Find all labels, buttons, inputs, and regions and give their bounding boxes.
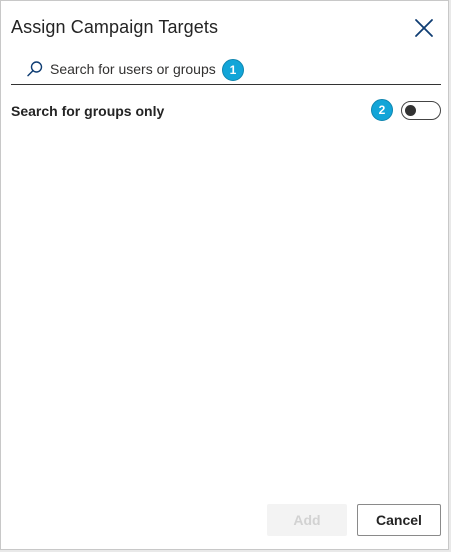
toggle-knob: [405, 105, 416, 116]
dialog-title: Assign Campaign Targets: [11, 17, 219, 37]
search-icon: [27, 61, 43, 77]
assign-campaign-targets-dialog: Assign Campaign Targets 1 Search for gro…: [0, 0, 449, 550]
groups-only-label: Search for groups only: [11, 103, 165, 119]
cancel-button[interactable]: Cancel: [357, 504, 441, 536]
callout-badge-1: 1: [222, 59, 244, 81]
close-button[interactable]: [410, 14, 438, 42]
callout-badge-2: 2: [371, 99, 393, 121]
add-button[interactable]: Add: [267, 504, 347, 536]
groups-only-toggle[interactable]: [401, 101, 441, 120]
close-icon: [415, 19, 433, 37]
search-input[interactable]: [50, 59, 290, 79]
